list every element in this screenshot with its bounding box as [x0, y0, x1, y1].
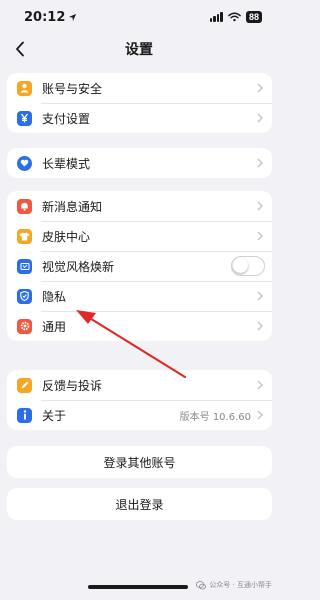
chevron-right-icon	[257, 291, 263, 301]
version-value: 版本号 10.6.60	[179, 411, 251, 423]
row-label: 反馈与投诉	[42, 378, 103, 393]
heart-icon	[17, 155, 32, 171]
row-about[interactable]: 关于 版本号 10.6.60	[7, 400, 272, 430]
row-label: 视觉风格焕新	[42, 259, 115, 274]
person-icon	[17, 80, 32, 96]
row-message-notifications[interactable]: 新消息通知	[7, 191, 272, 221]
row-label: 皮肤中心	[42, 229, 91, 244]
info-icon	[17, 407, 32, 423]
row-label: 账号与安全	[42, 81, 103, 96]
pencil-icon	[17, 377, 32, 393]
wechat-logo-icon	[196, 580, 207, 589]
row-label: 关于	[42, 408, 67, 423]
chevron-right-icon	[257, 158, 263, 168]
watermark: 公众号 · 互通小帮手	[196, 580, 272, 590]
time-text: 20:12	[24, 9, 66, 25]
chevron-right-icon	[257, 201, 263, 211]
yuan-icon	[17, 110, 32, 126]
new-badge-icon	[17, 258, 32, 274]
shirt-icon	[17, 228, 32, 244]
wifi-icon	[228, 12, 241, 22]
account-settings-group: 账号与安全 支付设置	[7, 73, 272, 133]
watermark-text: 公众号 · 互通小帮手	[209, 581, 272, 589]
row-feedback[interactable]: 反馈与投诉	[7, 370, 272, 400]
home-indicator[interactable]	[88, 585, 188, 589]
preferences-group: 新消息通知 皮肤中心 视觉风格焕新 隐私 通用	[7, 191, 272, 341]
row-label: 隐私	[42, 289, 67, 304]
chevron-right-icon	[257, 321, 263, 331]
signal-icon	[209, 12, 223, 22]
toggle-knob	[233, 258, 248, 273]
row-label: 长辈模式	[42, 156, 91, 171]
chevron-right-icon	[257, 410, 263, 420]
row-privacy[interactable]: 隐私	[7, 281, 272, 311]
row-label: 通用	[42, 319, 67, 334]
row-elder-mode[interactable]: 长辈模式	[7, 148, 272, 178]
bell-icon	[17, 198, 32, 214]
chevron-left-icon	[16, 41, 24, 57]
row-visual-style-refresh: 视觉风格焕新	[7, 251, 272, 281]
location-arrow-icon	[69, 13, 77, 21]
shield-icon	[17, 288, 32, 304]
row-label: 新消息通知	[42, 199, 103, 214]
navigation-bar: 设置	[0, 34, 278, 64]
row-general[interactable]: 通用	[7, 311, 272, 341]
logout-button[interactable]: 退出登录	[7, 488, 272, 520]
elder-mode-group: 长辈模式	[7, 148, 272, 178]
row-label: 支付设置	[42, 111, 91, 126]
chevron-right-icon	[257, 113, 263, 123]
row-payment-settings[interactable]: 支付设置	[7, 103, 272, 133]
visual-style-toggle[interactable]	[231, 256, 265, 276]
row-account-security[interactable]: 账号与安全	[7, 73, 272, 103]
back-button[interactable]	[10, 38, 30, 60]
gear-icon	[17, 318, 32, 334]
about-group: 反馈与投诉 关于 版本号 10.6.60	[7, 370, 272, 430]
chevron-right-icon	[257, 380, 263, 390]
status-bar: 20:12 88	[0, 0, 278, 34]
row-skin-center[interactable]: 皮肤中心	[7, 221, 272, 251]
battery-indicator: 88	[245, 11, 262, 23]
chevron-right-icon	[257, 231, 263, 241]
status-indicators: 88	[209, 11, 262, 23]
status-time: 20:12	[24, 10, 77, 25]
switch-account-button[interactable]: 登录其他账号	[7, 446, 272, 478]
page-title: 设置	[125, 42, 153, 58]
chevron-right-icon	[257, 83, 263, 93]
